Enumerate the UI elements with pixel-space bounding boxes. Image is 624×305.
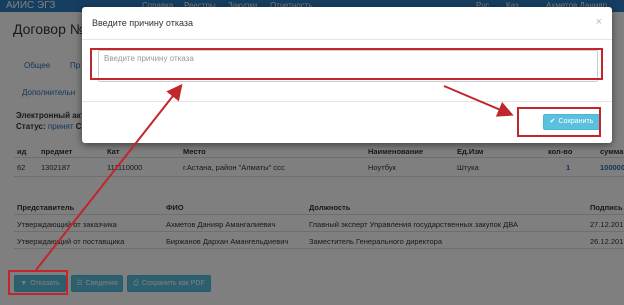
save-icon: ✔ bbox=[549, 118, 556, 125]
modal-save-button[interactable]: ✔ Сохранить bbox=[543, 114, 600, 130]
reject-reason-textarea[interactable]: Введите причину отказа bbox=[98, 50, 598, 82]
modal-footer-divider bbox=[82, 101, 612, 102]
modal-title: Введите причину отказа bbox=[92, 18, 193, 28]
modal-header-divider bbox=[82, 39, 612, 40]
close-icon[interactable]: × bbox=[596, 16, 602, 28]
page: АИИС ЭГЗ Справка Реестры Закупки Отчетно… bbox=[0, 0, 624, 305]
reject-reason-modal: Введите причину отказа × Введите причину… bbox=[82, 7, 612, 143]
